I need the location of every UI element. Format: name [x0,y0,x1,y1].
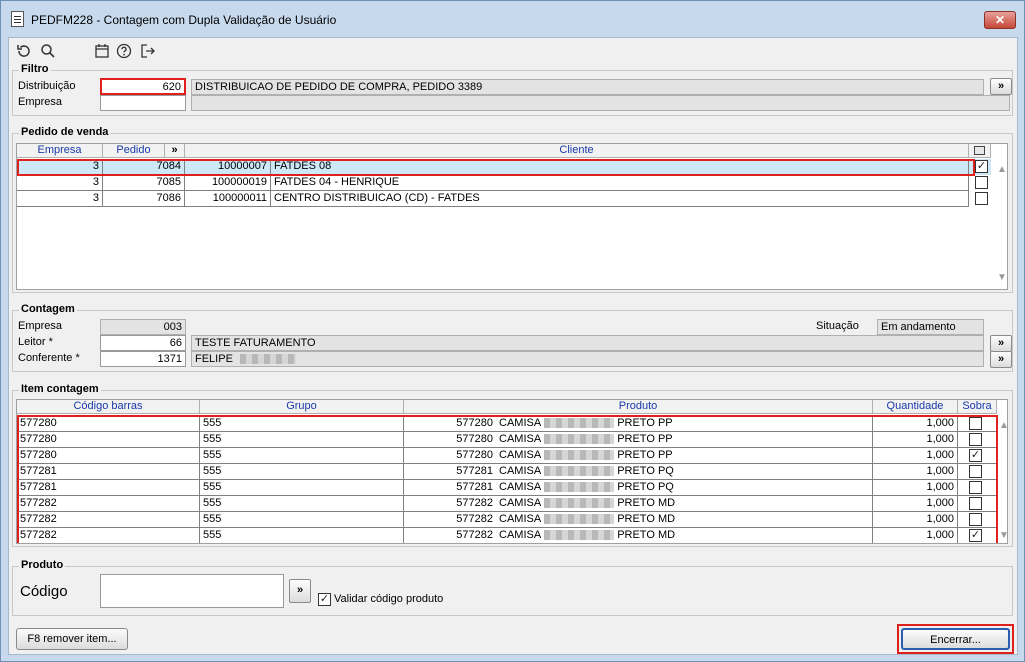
col-codigo-barras[interactable]: Código barras [17,400,200,414]
contagem-empresa-label: Empresa [18,320,63,332]
distribuicao-expand-button[interactable]: » [990,78,1012,95]
row-checkbox[interactable] [975,176,988,189]
leitor-input[interactable]: 66 [100,335,186,351]
col-produto[interactable]: Produto [404,400,873,414]
filtro-legend: Filtro [19,63,51,75]
col-expand-button[interactable]: » [165,144,185,158]
cell-pedido: 7085 [103,175,185,191]
row-checkbox[interactable] [975,192,988,205]
col-sobra[interactable]: Sobra [958,400,997,414]
cell-cliente: FATDES 04 - HENRIQUE [271,175,969,191]
distribuicao-label: Distribuição [18,80,76,92]
close-button[interactable]: ✕ [984,11,1016,29]
col-empresa[interactable]: Empresa [17,144,103,158]
empresa-description [191,95,1010,111]
pedido-legend: Pedido de venda [19,126,111,138]
leitor-label: Leitor * [18,336,53,348]
leitor-expand-button[interactable]: » [990,335,1012,352]
col-check-header[interactable] [969,144,991,158]
codigo-label: Código [20,583,68,600]
validar-checkbox[interactable]: ✓ [318,593,331,606]
scroll-up-icon[interactable]: ▲ [999,420,1007,431]
itens-legend: Item contagem [19,383,101,395]
codigo-expand-button[interactable]: » [289,579,311,603]
conferente-name: FELIPE [195,353,233,365]
cell-cliente: CENTRO DISTRIBUICAO (CD) - FATDES [271,191,969,207]
calendar-icon[interactable] [91,40,113,62]
selected-row-highlight [17,159,975,176]
document-icon [11,11,24,27]
situacao-value: Em andamento [877,319,984,335]
main-window: PEDFM228 - Contagem com Dupla Validação … [0,0,1025,662]
col-cliente[interactable]: Cliente [185,144,969,158]
select-all-icon [974,145,985,155]
encerrar-button[interactable]: Encerrar... [901,628,1010,650]
empresa-label: Empresa [18,96,63,108]
codigo-produto-input[interactable] [100,574,284,608]
conferente-input[interactable]: 1371 [100,351,186,367]
contagem-legend: Contagem [19,303,77,315]
client-area: Filtro Distribuição 620 DISTRIBUICAO DE … [8,37,1018,655]
distribuicao-input[interactable]: 620 [100,78,186,95]
situacao-label: Situação [816,320,859,332]
col-grupo[interactable]: Grupo [200,400,404,414]
itens-grid: Código barras Grupo Produto Quantidade S… [16,399,1008,544]
help-icon[interactable] [113,40,135,62]
col-pedido[interactable]: Pedido [103,144,165,158]
pedido-grid: Empresa Pedido » Cliente 3 7084 10000007… [16,143,1008,290]
conferente-description: FELIPE [191,351,984,367]
title-bar: PEDFM228 - Contagem com Dupla Validação … [1,1,1024,37]
cell-empresa: 3 [17,191,103,207]
window-title: PEDFM228 - Contagem com Dupla Validação … [31,13,337,27]
scroll-down-icon[interactable]: ▼ [997,272,1007,283]
row-checkbox[interactable]: ✓ [975,160,988,173]
table-row[interactable]: 3 7086 100000011 CENTRO DISTRIBUICAO (CD… [17,191,991,207]
redacted-block [239,354,296,365]
remover-item-button[interactable]: F8 remover item... [16,628,128,650]
refresh-icon[interactable] [13,40,35,62]
cell-cliente-codigo: 100000019 [185,175,271,191]
leitor-description: TESTE FATURAMENTO [191,335,984,351]
scroll-down-icon[interactable]: ▼ [999,530,1007,541]
conferente-expand-button[interactable]: » [990,351,1012,368]
cell-empresa: 3 [17,175,103,191]
conferente-label: Conferente * [18,352,80,364]
produto-legend: Produto [19,559,66,571]
items-highlight [17,415,998,543]
table-row[interactable]: 3 7085 100000019 FATDES 04 - HENRIQUE [17,175,991,191]
exit-icon[interactable] [137,40,159,62]
cell-pedido: 7086 [103,191,185,207]
cell-cliente-codigo: 100000011 [185,191,271,207]
search-icon[interactable] [37,40,59,62]
distribuicao-description: DISTRIBUICAO DE PEDIDO DE COMPRA, PEDIDO… [191,79,984,95]
empresa-input[interactable] [100,95,186,111]
contagem-empresa-value: 003 [100,319,186,335]
validar-label[interactable]: Validar código produto [334,593,443,605]
scroll-up-icon[interactable]: ▲ [997,164,1007,175]
col-quantidade[interactable]: Quantidade [873,400,958,414]
